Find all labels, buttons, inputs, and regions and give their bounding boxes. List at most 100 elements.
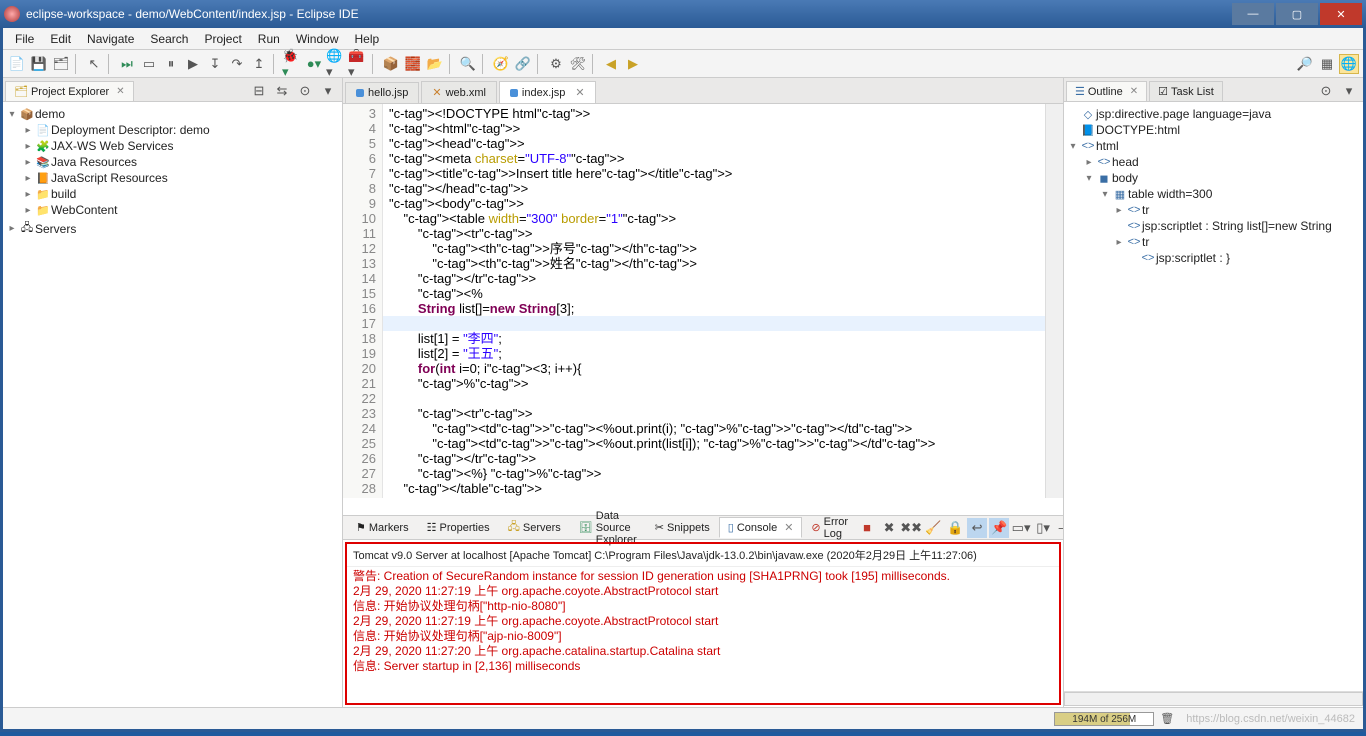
tab-error-log[interactable]: ⊘Error Log [802, 512, 857, 544]
step-over-icon[interactable]: ↷ [227, 54, 247, 74]
display-selected-icon[interactable]: ▭▾ [1011, 518, 1031, 538]
editor-code[interactable]: "c-tag"><!DOCTYPE html"c-tag">>"c-tag"><… [383, 104, 1045, 498]
window-maximize-button[interactable]: ▢ [1276, 3, 1318, 25]
step-into-icon[interactable]: ↧ [205, 54, 225, 74]
pause-icon[interactable]: ⏸ [161, 54, 181, 74]
run-server-icon[interactable]: 🌐▾ [326, 54, 346, 74]
console-output[interactable]: 警告: Creation of SecureRandom instance fo… [347, 567, 1059, 703]
gc-icon[interactable]: 🗑 [1160, 712, 1174, 725]
misc-1-icon[interactable]: ⚙ [546, 54, 566, 74]
collapse-all-icon[interactable]: ⊟ [249, 81, 269, 101]
terminate-icon[interactable]: ■ [857, 518, 877, 538]
tab-markers[interactable]: ⚑Markers [347, 517, 418, 538]
tree-item[interactable]: ▸📚Java Resources [5, 154, 340, 170]
heap-status[interactable]: 194M of 256M 🗑 [1054, 712, 1174, 726]
tab-web-xml[interactable]: ✕web.xml [421, 81, 497, 103]
window-minimize-button[interactable]: — [1232, 3, 1274, 25]
tab-servers[interactable]: 🖧Servers [499, 514, 570, 541]
link-editor-icon[interactable]: 🔗 [513, 54, 533, 74]
jsp-icon [510, 89, 518, 97]
forward-icon[interactable]: ▶ [623, 54, 643, 74]
task-list-tab[interactable]: ☑ Task List [1149, 81, 1223, 101]
outline-item[interactable]: 📘DOCTYPE:html [1066, 122, 1361, 138]
menu-window[interactable]: Window [288, 30, 347, 48]
tree-item[interactable]: ▸🖧Servers [5, 218, 340, 239]
step-return-icon[interactable]: ↥ [249, 54, 269, 74]
link-with-editor-icon[interactable]: ⇆ [272, 81, 292, 101]
new-class-icon[interactable]: 🧱 [403, 54, 423, 74]
word-wrap-icon[interactable]: ↩ [967, 518, 987, 538]
tree-item[interactable]: ▸📙JavaScript Resources [5, 170, 340, 186]
tab-properties[interactable]: ☷Properties [418, 517, 499, 538]
project-explorer-tab[interactable]: 🗂 Project Explorer ✕ [5, 81, 134, 101]
quick-access-icon[interactable]: 🔎 [1295, 54, 1315, 74]
save-icon[interactable]: 💾 [29, 54, 49, 74]
resume-icon[interactable]: ▶ [183, 54, 203, 74]
close-icon[interactable]: ✕ [1130, 86, 1138, 97]
outline-item[interactable]: ▾▦table width=300 [1066, 186, 1361, 202]
open-console-icon[interactable]: ▯▾ [1033, 518, 1053, 538]
jsp-icon [356, 89, 364, 97]
menu-file[interactable]: File [7, 30, 42, 48]
outline-tree[interactable]: ◇jsp:directive.page language=java 📘DOCTY… [1064, 102, 1363, 691]
outline-item[interactable]: ▾<>html [1066, 138, 1361, 154]
close-icon[interactable]: ✕ [575, 86, 584, 99]
outline-item[interactable]: <>jsp:scriptlet : String list[]=new Stri… [1066, 218, 1361, 234]
run-icon[interactable]: ●▾ [304, 54, 324, 74]
code-editor[interactable]: 3456789101112131415161718192021222324252… [343, 104, 1063, 498]
open-type-icon[interactable]: 📂 [425, 54, 445, 74]
cursor-icon[interactable]: ↖ [84, 54, 104, 74]
menu-edit[interactable]: Edit [42, 30, 79, 48]
skip-icon[interactable]: ⏭ [117, 54, 137, 74]
menu-search[interactable]: Search [142, 30, 196, 48]
outline-item[interactable]: ▾◼body [1066, 170, 1361, 186]
menu-project[interactable]: Project [196, 30, 249, 48]
debug-icon[interactable]: 🐞▾ [282, 54, 302, 74]
new-package-icon[interactable]: 📦 [381, 54, 401, 74]
outline-item[interactable]: <>jsp:scriptlet : } [1066, 250, 1361, 266]
outline-tab[interactable]: ☰ Outline ✕ [1066, 81, 1147, 101]
remove-terminated-icon[interactable]: ✖ [879, 518, 899, 538]
scroll-lock-icon[interactable]: 🔒 [945, 518, 965, 538]
outline-item[interactable]: ▸<>tr [1066, 234, 1361, 250]
back-icon[interactable]: ◀ [601, 54, 621, 74]
focus-icon[interactable]: ⊙ [295, 81, 315, 101]
menu-navigate[interactable]: Navigate [79, 30, 142, 48]
toggle-breadcrumb-icon[interactable]: 🧭 [491, 54, 511, 74]
new-icon[interactable]: 📄 [7, 54, 27, 74]
close-icon[interactable]: ✕ [784, 521, 793, 534]
tab-index-jsp[interactable]: index.jsp✕ [499, 81, 596, 103]
outline-item[interactable]: ◇jsp:directive.page language=java [1066, 106, 1361, 122]
java-ee-perspective-icon[interactable]: 🌐 [1339, 54, 1359, 74]
editor-vertical-scrollbar[interactable] [1045, 104, 1063, 498]
outline-horizontal-scrollbar[interactable] [1064, 692, 1363, 706]
view-menu-icon[interactable]: ▾ [318, 81, 338, 101]
focus-outline-icon[interactable]: ⊙ [1316, 81, 1336, 101]
open-perspective-icon[interactable]: ▦ [1317, 54, 1337, 74]
window-close-button[interactable]: ✕ [1320, 3, 1362, 25]
misc-2-icon[interactable]: 🛠 [568, 54, 588, 74]
tree-item[interactable]: ▸📄Deployment Descriptor: demo [5, 122, 340, 138]
project-explorer-tree[interactable]: ▾📦demo▸📄Deployment Descriptor: demo▸🧩JAX… [3, 102, 342, 707]
tree-item[interactable]: ▸🧩JAX-WS Web Services [5, 138, 340, 154]
tree-item[interactable]: ▸📁WebContent [5, 202, 340, 218]
save-all-icon[interactable]: 🗂 [51, 54, 71, 74]
close-icon[interactable]: ✕ [116, 86, 124, 97]
external-tools-icon[interactable]: 🧰▾ [348, 54, 368, 74]
tab-snippets[interactable]: ✂Snippets [646, 517, 719, 538]
stop-icon[interactable]: ▭ [139, 54, 159, 74]
clear-console-icon[interactable]: 🧹 [923, 518, 943, 538]
menu-run[interactable]: Run [250, 30, 288, 48]
tree-item[interactable]: ▸📁build [5, 186, 340, 202]
watermark: https://blog.csdn.net/weixin_44682 [1186, 713, 1355, 725]
tab-console[interactable]: ▯Console✕ [719, 517, 803, 538]
outline-item[interactable]: ▸<>tr [1066, 202, 1361, 218]
outline-item[interactable]: ▸<>head [1066, 154, 1361, 170]
pin-console-icon[interactable]: 📌 [989, 518, 1009, 538]
tab-hello-jsp[interactable]: hello.jsp [345, 82, 419, 103]
menu-help[interactable]: Help [347, 30, 388, 48]
tree-item[interactable]: ▾📦demo [5, 106, 340, 122]
remove-all-icon[interactable]: ✖✖ [901, 518, 921, 538]
search-icon[interactable]: 🔍 [458, 54, 478, 74]
outline-menu-icon[interactable]: ▾ [1339, 81, 1359, 101]
